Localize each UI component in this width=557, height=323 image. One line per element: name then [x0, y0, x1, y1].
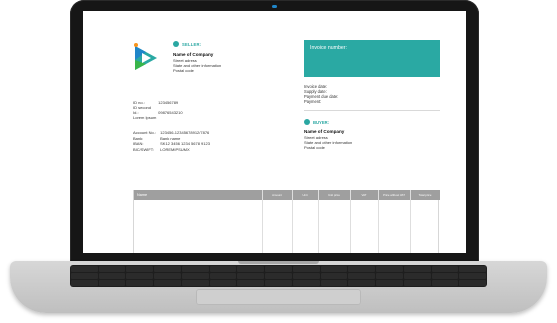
id-value: 09876543210 — [158, 110, 183, 115]
buyer-address-line-3: Postal code — [304, 145, 325, 150]
th-unit-price: Unit price — [328, 193, 340, 197]
th-vat: VAT — [361, 193, 367, 197]
invoice-number-label: Invoice number: — [310, 45, 347, 51]
th-unit: Unit — [302, 193, 308, 197]
table-column-divider — [350, 190, 351, 253]
bank-value: LOREMIPSUMX — [160, 146, 190, 152]
table-column-divider — [410, 190, 411, 253]
payment-method: Payment: — [304, 99, 322, 104]
camera-dot — [272, 5, 277, 8]
seller-icon — [173, 41, 179, 47]
table-column-divider — [292, 190, 293, 253]
buyer-company: Name of Company — [304, 129, 345, 134]
seller-ids: ID no.: 123456789 ID second Id.: 0987654… — [133, 100, 183, 120]
company-logo-icon — [134, 43, 157, 70]
buyer-divider — [304, 110, 440, 111]
id-row: Lorem Ipsum — [133, 115, 183, 120]
th-total-price: Total price — [418, 193, 432, 197]
invoice-items-table: Name Amount Unit Unit price VAT Price wi… — [133, 190, 440, 253]
table-column-divider — [378, 190, 379, 253]
seller-company: Name of Company — [173, 52, 214, 57]
table-column-divider — [318, 190, 319, 253]
laptop-mockup: SELLER: Name of Company Street adress St… — [0, 0, 557, 323]
laptop-base — [10, 261, 547, 313]
id-label: ID second Id.: — [133, 105, 152, 115]
laptop-keyboard — [70, 265, 487, 287]
invoice-document: SELLER: Name of Company Street adress St… — [83, 11, 466, 253]
laptop-lid: SELLER: Name of Company Street adress St… — [70, 0, 479, 266]
laptop-hinge-notch — [238, 261, 319, 264]
invoice-dates: Invoice date: Supply date: Payment due d… — [304, 84, 338, 104]
bank-value: 123456-12345678912/7876 — [160, 130, 210, 135]
buyer-heading: BUYER: — [304, 119, 329, 125]
buyer-heading-text: BUYER: — [313, 119, 330, 125]
bank-label: BIC/SWIFT: — [133, 146, 154, 152]
th-amount: Amount — [272, 193, 282, 197]
laptop-trackpad — [196, 289, 361, 305]
bank-value: SK12 3456 1234 5678 9123 — [160, 141, 210, 147]
seller-heading-text: SELLER: — [182, 41, 202, 47]
th-price-without-vat: Price without VAT — [383, 193, 405, 197]
seller-address-line-3: Postal code — [173, 68, 194, 73]
th-name: Name — [137, 193, 148, 197]
buyer-icon — [304, 119, 310, 125]
id-label: Lorem Ipsum — [133, 115, 157, 120]
id-row: ID second Id.: 09876543210 — [133, 105, 183, 115]
laptop-screen: SELLER: Name of Company Street adress St… — [83, 11, 466, 253]
bank-row: BIC/SWIFT: LOREMIPSUMX — [133, 147, 210, 153]
invoice-number-box: Invoice number: — [304, 40, 440, 77]
table-header: Name Amount Unit Unit price VAT Price wi… — [134, 190, 440, 200]
seller-heading: SELLER: — [173, 41, 201, 47]
bank-value: Bank name — [160, 135, 181, 141]
bank-details: Account No.: 123456-12345678912/7876 Ban… — [133, 130, 210, 152]
table-column-divider — [262, 190, 263, 253]
